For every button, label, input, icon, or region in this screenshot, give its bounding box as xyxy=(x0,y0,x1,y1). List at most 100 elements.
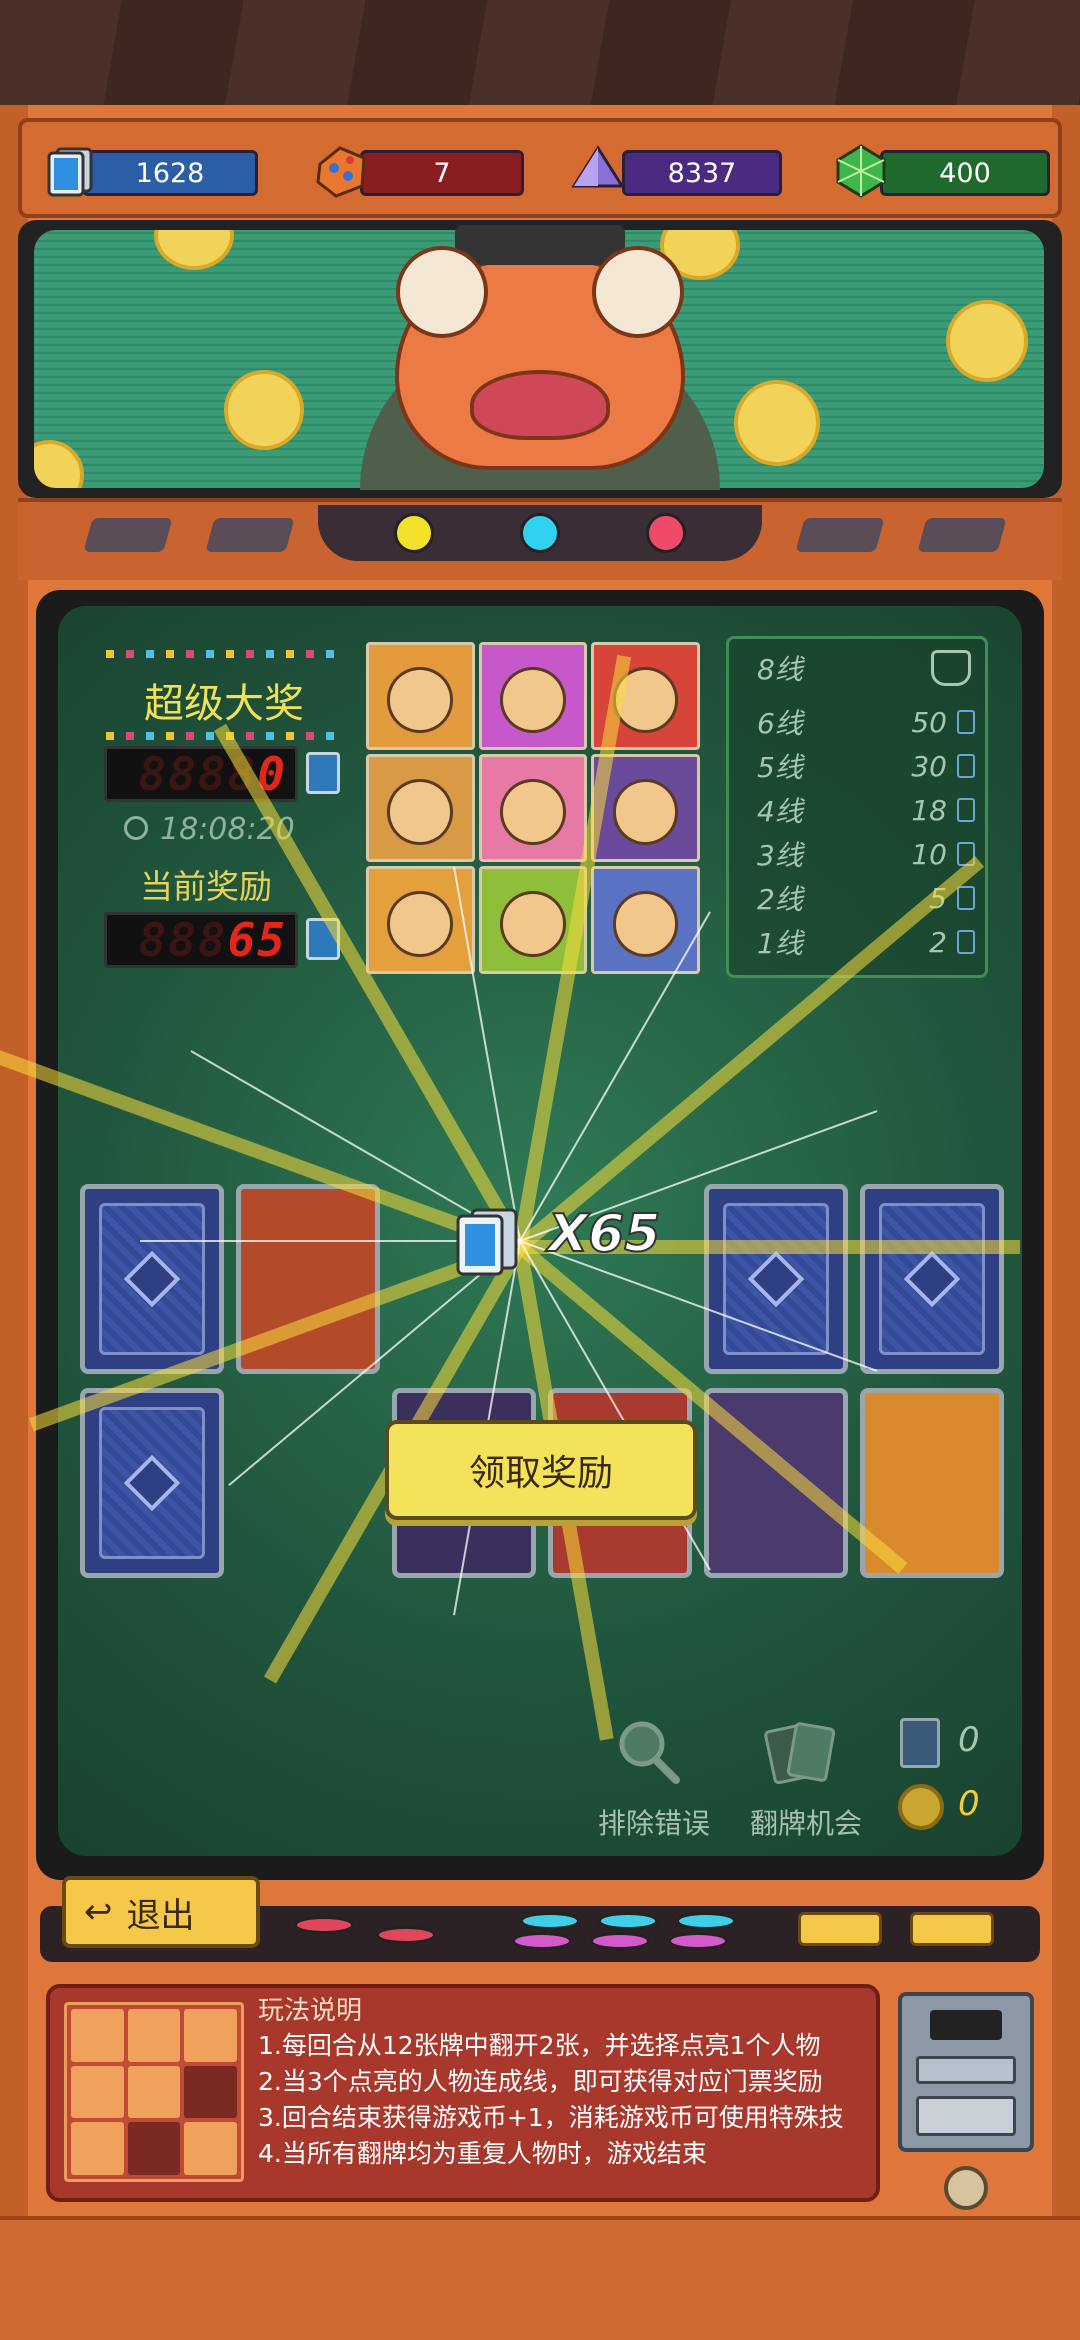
ticket-icon xyxy=(957,754,975,778)
vent-decoration xyxy=(795,518,885,552)
instruction-line: 2.当3个点亮的人物连成线，即可获得对应门票奖励 xyxy=(258,2067,823,2096)
console-button-pink xyxy=(512,1932,572,1950)
current-reward-led: 888 65 xyxy=(104,912,298,968)
jackpot-led: 8888 0 xyxy=(104,746,298,802)
ceiling xyxy=(0,0,1080,110)
ticket-icon xyxy=(306,918,340,960)
dispenser-panel xyxy=(916,2056,1016,2084)
claim-reward-button[interactable]: 领取奖励 xyxy=(385,1420,697,1520)
console-button-pink xyxy=(668,1932,728,1950)
character-face xyxy=(612,891,679,957)
diagram-cell xyxy=(184,2065,237,2119)
payout-row: 6线 50 xyxy=(729,701,985,743)
diagram-cell xyxy=(127,2065,181,2119)
payout-line-label: 2线 xyxy=(757,883,803,916)
character-face xyxy=(500,667,566,733)
console-button-pink xyxy=(590,1932,650,1950)
emeralds-value: 400 xyxy=(939,157,991,189)
marquee-lights xyxy=(106,732,342,740)
payout-row: 2线 5 xyxy=(729,877,985,919)
remove-error-label[interactable]: 排除错误 xyxy=(598,1802,710,1842)
payout-row-top: 8线 xyxy=(729,647,985,689)
payout-table: 8线 6线 50 5线 30 4线 18 3线 10 2线 5 1线 2 xyxy=(726,636,988,978)
payout-value: 5 xyxy=(929,881,947,915)
cyan-light xyxy=(520,513,560,553)
card-back[interactable] xyxy=(80,1184,224,1374)
exit-label: 退出 xyxy=(126,1895,195,1936)
payout-row: 5线 30 xyxy=(729,745,985,787)
tickets-counter: 1628 xyxy=(82,150,258,196)
card-back[interactable] xyxy=(80,1388,224,1578)
dispenser-panel xyxy=(916,2096,1016,2136)
magnifier-icon[interactable] xyxy=(614,1718,680,1784)
yellow-light xyxy=(394,513,434,553)
jackpot-title: 超级大奖 xyxy=(144,681,304,727)
character-portrait xyxy=(591,866,700,974)
card-face[interactable] xyxy=(860,1388,1004,1578)
frog-eye-right xyxy=(592,246,684,338)
card-back[interactable] xyxy=(860,1184,1004,1374)
console-button-yellow xyxy=(910,1912,994,1946)
return-icon: ↩ xyxy=(84,1892,113,1932)
character-grid xyxy=(366,642,700,974)
ticket-dispenser xyxy=(898,1992,1034,2152)
vent-decoration xyxy=(205,518,295,552)
diagram-cell xyxy=(184,2009,237,2062)
coin-icon xyxy=(734,380,820,466)
ticket-icon xyxy=(957,710,975,734)
console-button-cyan xyxy=(598,1912,658,1930)
character-portrait xyxy=(366,754,475,862)
card-face[interactable] xyxy=(704,1388,848,1578)
payout-row: 1线 2 xyxy=(729,921,985,963)
payout-value: 50 xyxy=(911,705,947,739)
payout-value: 18 xyxy=(911,793,947,827)
character-portrait xyxy=(591,754,700,862)
card-count-icon xyxy=(900,1718,940,1768)
character-face xyxy=(500,779,566,845)
coin-icon xyxy=(946,300,1028,382)
emerald-icon xyxy=(832,142,890,200)
vent-decoration xyxy=(83,518,173,552)
jackpot-value: 0 xyxy=(257,747,287,801)
diagram-cell xyxy=(71,2122,124,2175)
emeralds-counter: 400 xyxy=(880,150,1050,196)
led-ghost-digits: 888 xyxy=(138,913,228,967)
ticket-icon xyxy=(957,842,975,866)
console-button-red xyxy=(294,1916,354,1934)
diagram-cell xyxy=(127,2009,181,2062)
frog-eye-left xyxy=(396,246,488,338)
instruction-line: 4.当所有翻牌均为重复人物时，游戏结束 xyxy=(258,2139,707,2168)
cards-icon[interactable] xyxy=(762,1718,842,1788)
flip-chance-label[interactable]: 翻牌机会 xyxy=(750,1802,862,1842)
character-face xyxy=(500,891,566,957)
payout-row: 3线 10 xyxy=(729,833,985,875)
character-portrait xyxy=(478,642,588,750)
led-ghost-digits: 8888 xyxy=(138,747,258,801)
frog-hat xyxy=(455,225,625,265)
instruction-line: 3.回合结束获得游戏币+1，消耗游戏币可使用特殊技 xyxy=(258,2103,844,2132)
diagram-cell xyxy=(71,2065,124,2119)
character-portrait xyxy=(591,642,700,750)
diagram-cell xyxy=(127,2122,181,2175)
character-face xyxy=(387,891,454,957)
jackpot-timer: 18:08:20 xyxy=(160,812,295,847)
card-back[interactable] xyxy=(704,1184,848,1374)
card-face[interactable] xyxy=(236,1184,380,1374)
payout-line-label: 4线 xyxy=(757,795,803,828)
character-portrait xyxy=(478,754,588,862)
payout-line-label: 1线 xyxy=(757,927,803,960)
game-coin-icon xyxy=(898,1784,944,1830)
ticket-icon xyxy=(957,930,975,954)
character-portrait xyxy=(366,866,475,974)
vent-decoration xyxy=(917,518,1007,552)
character-face xyxy=(612,779,679,845)
exit-button[interactable]: ↩ 退出 xyxy=(62,1876,260,1948)
coin-icon xyxy=(224,370,304,450)
orange-gem-counter: 7 xyxy=(360,150,524,196)
payout-line-label: 5线 xyxy=(757,751,803,784)
instruction-line: 1.每回合从12张牌中翻开2张，并选择点亮1个人物 xyxy=(258,2031,821,2060)
reward-ticket-icon xyxy=(448,1202,526,1280)
game-coin-value: 0 xyxy=(958,1784,980,1824)
red-light xyxy=(646,513,686,553)
clock-icon xyxy=(124,816,148,840)
